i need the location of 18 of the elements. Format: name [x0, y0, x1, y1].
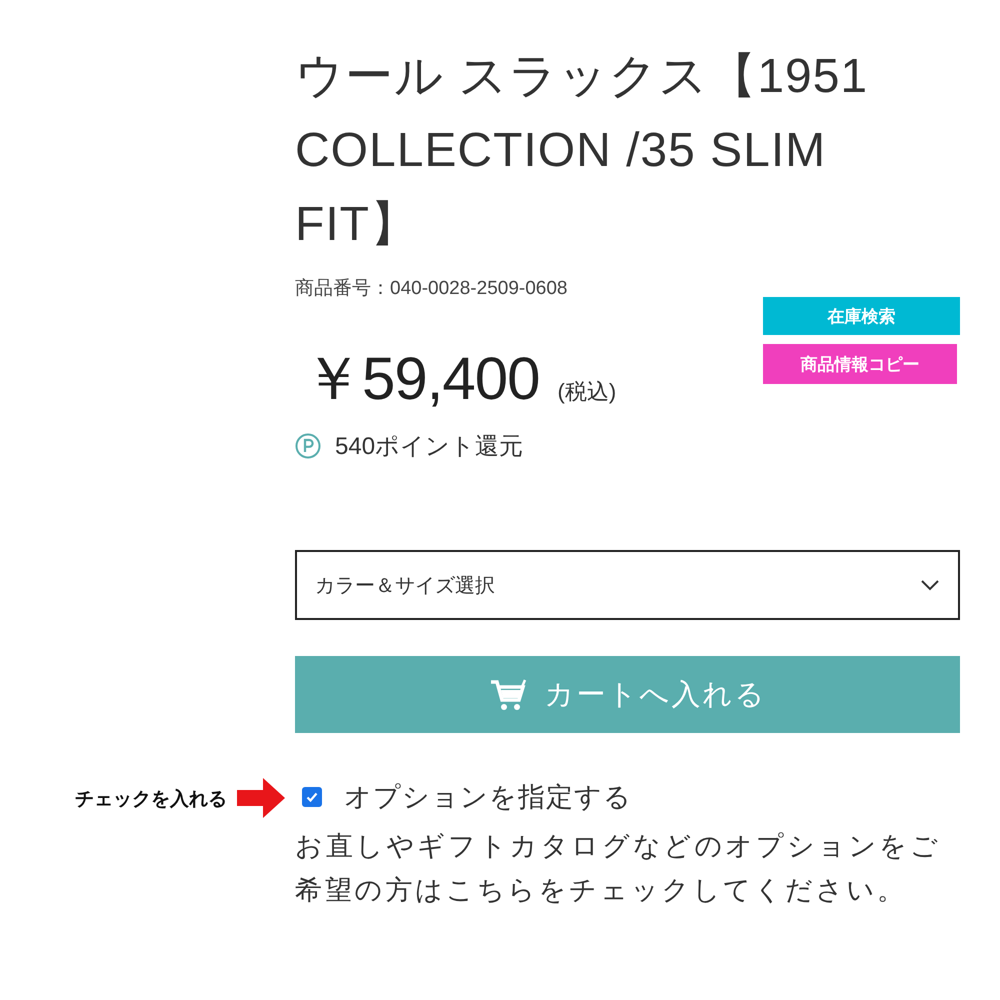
- chevron-down-icon: [920, 579, 940, 591]
- arrow-icon: [237, 778, 285, 818]
- product-title: ウール スラックス【1951 COLLECTION /35 SLIM FIT】: [295, 49, 870, 253]
- cart-icon: [488, 678, 526, 712]
- option-label: オプションを指定する: [344, 781, 632, 814]
- product-number: 商品番号：040-0028-2509-0608: [295, 277, 568, 301]
- checkmark-icon: [305, 790, 319, 804]
- point-icon: [295, 433, 321, 459]
- variant-select[interactable]: カラー＆サイズ選択: [295, 550, 960, 620]
- points-text: 540ポイント還元: [335, 432, 524, 462]
- side-button[interactable]: 在庫検索: [763, 297, 960, 335]
- side-button[interactable]: 商品情報コピー: [763, 344, 957, 384]
- option-description: お直しやギフトカタログなどのオプションをご希望の方はこちらをチェックしてください。: [295, 830, 942, 907]
- annotation-text: チェックを入れる: [75, 788, 227, 812]
- add-to-cart-button[interactable]: カートへ入れる: [295, 656, 960, 733]
- price: ￥59,400: [303, 344, 540, 414]
- tax-note: (税込): [558, 378, 616, 406]
- option-checkbox[interactable]: [302, 787, 322, 807]
